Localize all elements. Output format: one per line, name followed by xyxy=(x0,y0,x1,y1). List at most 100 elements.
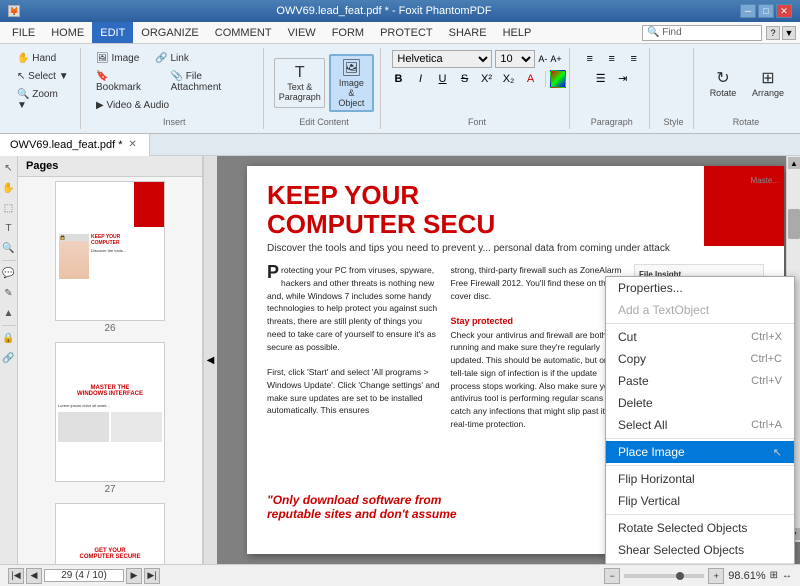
bookmark-btn[interactable]: 🔖 Bookmark xyxy=(91,68,160,96)
menu-file[interactable]: FILE xyxy=(4,22,43,43)
arrange-btn[interactable]: ⊞ Arrange xyxy=(747,58,789,108)
doc-tab[interactable]: OWV69.lead_feat.pdf * ✕ xyxy=(0,134,150,156)
close-btn[interactable]: ✕ xyxy=(776,4,792,18)
zoom-controls: − + 98.61% ⊞ ↔ xyxy=(604,568,792,584)
ctx-place-image[interactable]: Place Image ↖ xyxy=(606,441,794,463)
insert-group-label: Insert xyxy=(163,115,186,127)
ribbon-group-tools: ✋ Hand ↖ Select ▼ 🔍 Zoom ▼ xyxy=(6,48,81,129)
ctx-shear-selected[interactable]: Shear Selected Objects xyxy=(606,539,794,561)
font-name-select[interactable]: Helvetica xyxy=(392,50,492,68)
file-attachment-btn[interactable]: 📎 File Attachment xyxy=(166,68,258,96)
ctx-flip-vertical[interactable]: Flip Vertical xyxy=(606,490,794,512)
font-size-inc-btn[interactable]: A+ xyxy=(550,54,561,64)
italic-btn[interactable]: I xyxy=(411,70,431,88)
select-tool-btn[interactable]: ↖ Select ▼ xyxy=(12,68,74,85)
menu-view[interactable]: VIEW xyxy=(280,22,324,43)
ctx-rotate-selected[interactable]: Rotate Selected Objects xyxy=(606,517,794,539)
ribbon: ✋ Hand ↖ Select ▼ 🔍 Zoom ▼ 🖼 Image 🔗 Lin… xyxy=(0,44,800,134)
strikethrough-btn[interactable]: S xyxy=(455,70,475,88)
zoom-in-icon[interactable]: 🔍 xyxy=(1,240,17,256)
bold-btn[interactable]: B xyxy=(389,70,409,88)
text-tool-icon[interactable]: T xyxy=(1,220,17,236)
zoom-level: 98.61% xyxy=(728,570,765,582)
page-thumb-img-28[interactable]: GET YOURCOMPUTER SECURE xyxy=(55,503,165,564)
menu-organize[interactable]: ORGANIZE xyxy=(133,22,206,43)
first-page-btn[interactable]: |◀ xyxy=(8,568,24,584)
ctx-select-all[interactable]: Select All Ctrl+A xyxy=(606,414,794,436)
link-btn[interactable]: 🔗 Link xyxy=(150,50,194,67)
align-left-btn[interactable]: ≡ xyxy=(580,50,600,68)
subscript-btn[interactable]: X₂ xyxy=(499,70,519,88)
next-page-btn[interactable]: ▶ xyxy=(126,568,142,584)
font-size-select[interactable]: 10 xyxy=(495,50,535,68)
prev-page-btn[interactable]: ◀ xyxy=(26,568,42,584)
doc-tab-bar: OWV69.lead_feat.pdf * ✕ xyxy=(0,134,800,156)
select-tool-icon[interactable]: ⬚ xyxy=(1,200,17,216)
minimize-btn[interactable]: ─ xyxy=(740,4,756,18)
font-size-dec-btn[interactable]: A- xyxy=(538,54,547,64)
text-paragraph-btn[interactable]: T Text &Paragraph xyxy=(274,58,325,108)
image-object-btn[interactable]: 🖼 Image &Object xyxy=(329,54,373,112)
doc-tab-close-btn[interactable]: ✕ xyxy=(127,139,139,151)
menu-edit[interactable]: EDIT xyxy=(92,22,133,43)
underline-btn[interactable]: U xyxy=(433,70,453,88)
pointer-tool-icon[interactable]: ↖ xyxy=(1,160,17,176)
pan-tool-icon[interactable]: ✋ xyxy=(1,180,17,196)
menu-share[interactable]: SHARE xyxy=(441,22,495,43)
page-thumb-27[interactable]: MASTER THEWINDOWS INTERFACE Lorem ipsum … xyxy=(22,342,198,495)
zoom-slider[interactable] xyxy=(624,574,704,578)
rotate-btn[interactable]: ↻ Rotate xyxy=(703,58,743,108)
rotate-group-label: Rotate xyxy=(733,115,760,127)
window-controls[interactable]: ▼ xyxy=(782,26,796,40)
search-box[interactable]: 🔍 Find xyxy=(642,25,762,41)
video-audio-btn[interactable]: ▶ Video & Audio xyxy=(91,97,174,114)
link-tool-icon[interactable]: 🔗 xyxy=(1,350,17,366)
edit-content-group-label: Edit Content xyxy=(299,115,349,127)
ctx-sep-2 xyxy=(606,438,794,439)
page-input[interactable]: 29 (4 / 10) xyxy=(44,569,124,582)
page-thumb-img-26[interactable]: 👩 KEEP YOUR COMPUTER Discover the tools.… xyxy=(55,181,165,321)
font-color-btn[interactable]: A xyxy=(521,70,541,88)
page-thumb-img-27[interactable]: MASTER THEWINDOWS INTERFACE Lorem ipsum … xyxy=(55,342,165,482)
sidebar-collapse-btn[interactable]: ◀ xyxy=(203,156,217,564)
page-thumb-28[interactable]: GET YOURCOMPUTER SECURE 28 xyxy=(22,503,198,564)
image-btn[interactable]: 🖼 Image xyxy=(91,50,144,67)
list-btn[interactable]: ☰ xyxy=(591,69,611,87)
superscript-btn[interactable]: X² xyxy=(477,70,497,88)
zoom-in-status-btn[interactable]: + xyxy=(708,568,724,584)
ctx-copy[interactable]: Copy Ctrl+C xyxy=(606,348,794,370)
last-page-btn[interactable]: ▶| xyxy=(144,568,160,584)
help-icon[interactable]: ? xyxy=(766,26,780,40)
ctx-sep-3 xyxy=(606,465,794,466)
ctx-properties[interactable]: Properties... xyxy=(606,277,794,299)
align-right-btn[interactable]: ≡ xyxy=(624,50,644,68)
ctx-delete[interactable]: Delete xyxy=(606,392,794,414)
menu-help[interactable]: HELP xyxy=(495,22,540,43)
color-swatch-btn[interactable] xyxy=(550,70,566,88)
menu-comment[interactable]: COMMENT xyxy=(207,22,280,43)
comment-icon[interactable]: 💬 xyxy=(1,265,17,281)
lock-icon[interactable]: 🔒 xyxy=(1,330,17,346)
zoom-tool-btn[interactable]: 🔍 Zoom ▼ xyxy=(12,86,74,114)
zoom-out-btn[interactable]: − xyxy=(604,568,620,584)
menu-home[interactable]: HOME xyxy=(43,22,92,43)
hand-tool-btn[interactable]: ✋ Hand xyxy=(12,50,61,67)
indent-btn[interactable]: ⇥ xyxy=(613,69,633,87)
menu-form[interactable]: FORM xyxy=(324,22,372,43)
ctx-cut[interactable]: Cut Ctrl+X xyxy=(606,326,794,348)
highlight-icon[interactable]: ▲ xyxy=(1,305,17,321)
cursor-indicator: ↖ xyxy=(773,446,782,459)
fit-width-btn[interactable]: ↔ xyxy=(782,570,792,581)
fit-page-btn[interactable]: ⊞ xyxy=(770,570,778,581)
window-title: OWV69.lead_feat.pdf * - Foxit PhantomPDF xyxy=(28,5,740,17)
page-thumb-26[interactable]: 👩 KEEP YOUR COMPUTER Discover the tools.… xyxy=(22,181,198,334)
ctx-flip-horizontal[interactable]: Flip Horizontal xyxy=(606,468,794,490)
maximize-btn[interactable]: □ xyxy=(758,4,774,18)
align-center-btn[interactable]: ≡ xyxy=(602,50,622,68)
ctx-paste[interactable]: Paste Ctrl+V xyxy=(606,370,794,392)
menu-protect[interactable]: PROTECT xyxy=(372,22,441,43)
pages-sidebar: Pages 👩 KEEP YOUR C xyxy=(18,156,203,564)
system-menu-icon[interactable]: 🦊 xyxy=(8,5,20,17)
ribbon-group-arrange: ↻ Rotate ⊞ Arrange Rotate xyxy=(698,48,794,129)
stamp-icon[interactable]: ✎ xyxy=(1,285,17,301)
